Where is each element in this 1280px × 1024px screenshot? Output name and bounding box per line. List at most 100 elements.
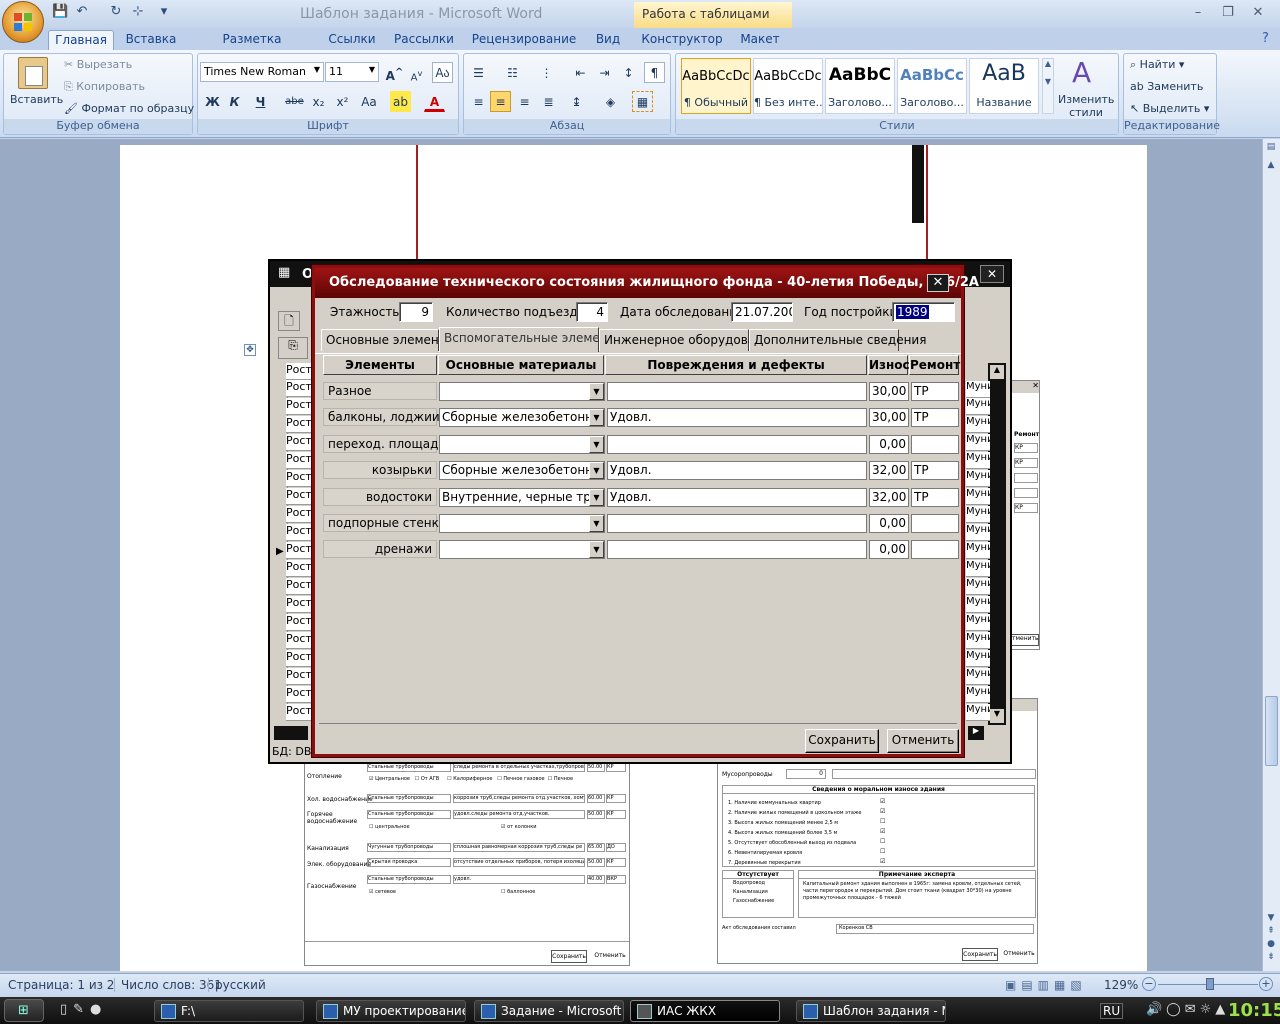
bg-table-row[interactable]: Рост <box>286 452 313 469</box>
bg-table-row[interactable]: Рост <box>286 542 313 559</box>
taskbar-item-ias[interactable]: ИАС ЖКХ <box>630 1000 780 1022</box>
bg-table-cell-right[interactable]: Муни <box>966 488 990 505</box>
bg-table-cell-right[interactable]: Муни <box>966 686 990 703</box>
hot-water-options[interactable]: ☐ центральное <box>369 824 410 830</box>
material-dropdown[interactable]: ▼ <box>439 382 605 401</box>
save-button[interactable]: Сохранить <box>805 729 879 753</box>
tab-additional-info[interactable]: Дополнительные сведения <box>749 329 926 351</box>
mini-cancel-button[interactable]: Отменить <box>1001 948 1037 961</box>
decrease-indent-icon[interactable]: ⇤ <box>570 62 591 83</box>
bg-table-cell-right[interactable]: Муни <box>966 704 990 721</box>
wear-field[interactable]: 0,00 <box>869 514 909 533</box>
justify-icon[interactable]: ≣ <box>538 91 559 112</box>
taskbar-item-explorer[interactable]: F:\ <box>154 1000 304 1022</box>
bg-vscroll[interactable] <box>988 363 1006 725</box>
defect-field[interactable]: удовл.следы ремонта отд.участков. <box>453 810 585 819</box>
save-icon[interactable]: 💾 <box>52 4 68 20</box>
bg-table-cell-right[interactable]: Муни <box>966 381 990 398</box>
bg-table-cell-right[interactable]: Муни <box>966 470 990 487</box>
defect-field[interactable]: удовл. <box>453 875 585 884</box>
material-dropdown[interactable]: ▼ <box>439 435 605 454</box>
font-name-select[interactable]: Times New Roman ▼ <box>200 62 324 82</box>
bg-table-cell-right[interactable]: Муни <box>966 596 990 613</box>
tab-insert[interactable]: Вставка <box>122 30 180 50</box>
material-dropdown[interactable]: Стальные трубопроводы <box>367 810 451 819</box>
copy-button[interactable]: ⎘ Копировать <box>64 80 145 94</box>
repair-field[interactable]: ТР <box>911 382 959 401</box>
floors-field[interactable]: 9 <box>399 302 433 322</box>
repair-field[interactable]: КР <box>606 794 626 803</box>
tab-engineering[interactable]: Инженерное оборудование <box>599 329 778 351</box>
repair-field[interactable]: ТР <box>911 461 959 480</box>
bg-table-row[interactable]: Рост <box>286 470 313 487</box>
maximize-icon[interactable]: ❐ <box>1216 4 1240 22</box>
zoom-level[interactable]: 129% <box>1104 978 1138 992</box>
material-dropdown[interactable]: Внутренние, черные трубы ▼ <box>439 488 605 507</box>
replace-button[interactable]: ab Заменить <box>1130 80 1203 93</box>
bg-table-row[interactable]: Рост <box>286 416 313 433</box>
garbage-field[interactable]: 0 <box>786 769 826 779</box>
bg-table-cell-right[interactable]: Муни <box>966 434 990 451</box>
zoom-out-icon[interactable]: − <box>1142 977 1156 991</box>
bg-table-cell-right[interactable]: Муни <box>966 560 990 577</box>
style-heading1[interactable]: AaBbC Заголово... <box>825 58 895 114</box>
cut-button[interactable]: ✂ Вырезать <box>64 58 132 71</box>
wear-field[interactable]: 65.00 <box>587 843 605 852</box>
numbering-icon[interactable]: ☷ <box>502 62 523 83</box>
bg-table-cell-right[interactable]: Муни <box>966 398 990 415</box>
style-heading2[interactable]: AaBbCc Заголово... <box>897 58 967 114</box>
bg-copy-icon[interactable]: ⎘ <box>278 337 308 359</box>
increase-indent-icon[interactable]: ⇥ <box>594 62 615 83</box>
wear-field[interactable]: 0,00 <box>869 435 909 454</box>
language-indicator[interactable]: RU <box>1100 1003 1124 1019</box>
repair-field[interactable] <box>911 435 959 454</box>
find-button[interactable]: ⌕ Найти ▾ <box>1130 58 1184 72</box>
bg-table-row[interactable]: Рост <box>286 398 313 415</box>
shading-icon[interactable]: ◈ <box>600 91 621 112</box>
garbage-note-field[interactable] <box>832 769 1036 779</box>
damage-field[interactable] <box>607 540 867 559</box>
cancel-button[interactable]: Отменить <box>887 729 959 753</box>
material-dropdown[interactable]: Стальные трубопроводы <box>367 794 451 803</box>
vertical-scrollbar[interactable] <box>1262 139 1280 971</box>
chevron-down-icon[interactable]: ▼ <box>589 436 604 453</box>
repair-field[interactable]: КР <box>606 763 626 772</box>
ruler-toggle-icon[interactable]: ▤ <box>1264 142 1278 156</box>
zoom-in-icon[interactable]: + <box>1259 977 1273 991</box>
bg-table-row[interactable]: Рост <box>286 614 313 631</box>
tab-layout[interactable]: Макет <box>736 30 784 50</box>
align-right-icon[interactable]: ≡ <box>514 91 535 112</box>
dialog-close-icon[interactable]: ✕ <box>927 274 949 292</box>
entrances-field[interactable]: 4 <box>576 302 608 322</box>
material-dropdown[interactable]: Чугунные трубопроводы <box>367 843 451 852</box>
small-code[interactable]: КР <box>1014 458 1038 468</box>
minimize-icon[interactable]: – <box>1186 4 1210 22</box>
bg-table-cell-right[interactable]: Муни <box>966 416 990 433</box>
change-styles-icon[interactable]: A <box>1072 56 1091 89</box>
wear-field[interactable]: 50.00 <box>587 763 605 772</box>
page-nav-icons[interactable]: ▼ ⇞ ● ⇟ <box>1264 912 1278 964</box>
wear-field[interactable]: 32,00 <box>869 488 909 507</box>
line-spacing-icon[interactable]: ↨ <box>566 91 587 112</box>
repair-field[interactable]: ВКР <box>606 875 626 884</box>
scroll-thumb[interactable] <box>1265 696 1278 766</box>
bg-table-row[interactable]: Рост <box>286 380 313 397</box>
style-normal[interactable]: AaBbCcDc ¶ Обычный <box>681 58 751 114</box>
change-styles-button[interactable]: Изменить стили <box>1058 93 1114 119</box>
wear-field[interactable]: 50.00 <box>587 858 605 867</box>
bg-table-cell-right[interactable]: Муни <box>966 506 990 523</box>
defect-field[interactable]: сплошная равномерная коррозия труб,следы… <box>453 843 585 852</box>
borders-icon[interactable]: ▦ <box>632 91 653 112</box>
font-size-select[interactable]: 11 ▼ <box>325 62 379 82</box>
damage-field[interactable]: Удовл. <box>607 408 867 427</box>
tray-icons[interactable]: 🔊◯✉☼▲ <box>1146 1002 1229 1017</box>
bg-table-cell-right[interactable]: Муни <box>966 542 990 559</box>
bg-table-row[interactable]: Рост <box>286 506 313 523</box>
font-color-icon[interactable]: A <box>424 91 445 112</box>
small-code[interactable] <box>1014 473 1038 483</box>
bg-table-row[interactable]: Рост <box>286 632 313 649</box>
paste-button[interactable]: Вставить <box>10 93 63 106</box>
bg-table-cell-right[interactable]: Муни <box>966 668 990 685</box>
grow-font-icon[interactable]: A^ <box>384 62 405 83</box>
highlight-icon[interactable]: ab <box>390 91 411 112</box>
